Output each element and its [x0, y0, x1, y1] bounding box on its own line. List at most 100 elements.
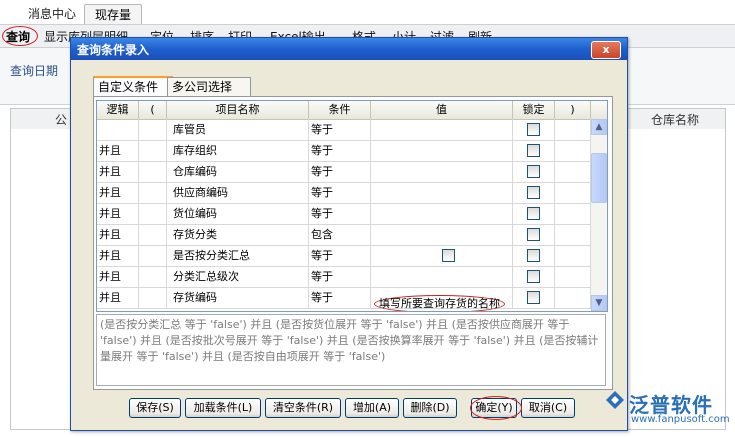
lock-checkbox[interactable] [527, 291, 540, 304]
open-paren-cell[interactable] [139, 119, 167, 140]
logic-cell[interactable]: 并且 [97, 224, 139, 245]
clear-condition-button[interactable]: 清空条件(R) [265, 398, 341, 418]
close-paren-cell[interactable] [555, 287, 591, 308]
close-paren-cell[interactable] [555, 224, 591, 245]
open-paren-cell[interactable] [139, 287, 167, 308]
toolbar-query-button[interactable]: 查询 [6, 28, 30, 45]
table-row[interactable]: 并且 是否按分类汇总 等于 [97, 245, 591, 267]
scroll-down-icon[interactable]: ▼ [591, 295, 607, 311]
close-paren-cell[interactable] [555, 266, 591, 287]
open-paren-cell[interactable] [139, 245, 167, 266]
lock-cell[interactable] [513, 287, 555, 308]
open-paren-cell[interactable] [139, 203, 167, 224]
item-cell[interactable]: 库管员 [167, 119, 309, 140]
close-paren-cell[interactable] [555, 203, 591, 224]
logic-cell[interactable]: 并且 [97, 140, 139, 161]
col-open-paren[interactable]: ( [139, 101, 167, 119]
item-cell[interactable]: 货位编码 [167, 203, 309, 224]
item-cell[interactable]: 仓库编码 [167, 161, 309, 182]
value-cell[interactable] [371, 224, 513, 245]
value-cell[interactable] [371, 161, 513, 182]
cancel-button[interactable]: 取消(C) [521, 398, 575, 418]
lock-checkbox[interactable] [527, 228, 540, 241]
logic-cell[interactable]: 并且 [97, 182, 139, 203]
add-button[interactable]: 增加(A) [345, 398, 399, 418]
open-paren-cell[interactable] [139, 266, 167, 287]
cond-cell[interactable]: 等于 [309, 182, 371, 203]
lock-cell[interactable] [513, 182, 555, 203]
grid-col-company[interactable]: 公 [55, 111, 67, 128]
logic-cell[interactable]: 并且 [97, 266, 139, 287]
item-cell[interactable]: 库存组织 [167, 140, 309, 161]
tab-stock[interactable]: 现存量 [84, 4, 143, 25]
item-cell[interactable]: 供应商编码 [167, 182, 309, 203]
open-paren-cell[interactable] [139, 140, 167, 161]
load-condition-button[interactable]: 加载条件(L) [185, 398, 261, 418]
grid-col-warehouse-name[interactable]: 仓库名称 [651, 111, 699, 128]
item-cell[interactable]: 存货分类 [167, 224, 309, 245]
tab-message-center[interactable]: 消息中心 [18, 4, 86, 24]
value-dropdown-checkbox[interactable] [442, 249, 455, 262]
cond-cell[interactable]: 等于 [309, 245, 371, 266]
save-button[interactable]: 保存(S) [129, 398, 181, 418]
value-cell[interactable] [371, 119, 513, 140]
lock-cell[interactable] [513, 203, 555, 224]
cond-cell[interactable]: 等于 [309, 161, 371, 182]
lock-checkbox[interactable] [527, 144, 540, 157]
lock-checkbox[interactable] [527, 165, 540, 178]
open-paren-cell[interactable] [139, 161, 167, 182]
scroll-thumb[interactable] [591, 153, 607, 203]
close-icon[interactable]: x [591, 41, 621, 59]
scroll-up-icon[interactable]: ▲ [591, 119, 607, 135]
table-row[interactable]: 并且 库存组织 等于 [97, 140, 591, 162]
cond-cell[interactable]: 等于 [309, 140, 371, 161]
value-cell[interactable] [371, 140, 513, 161]
logic-cell[interactable] [97, 119, 139, 140]
cond-cell[interactable]: 等于 [309, 266, 371, 287]
lock-cell[interactable] [513, 224, 555, 245]
value-cell[interactable] [371, 266, 513, 287]
delete-button[interactable]: 删除(D) [403, 398, 457, 418]
cond-cell[interactable]: 等于 [309, 119, 371, 140]
close-paren-cell[interactable] [555, 245, 591, 266]
logic-cell[interactable]: 并且 [97, 287, 139, 308]
item-cell[interactable]: 分类汇总级次 [167, 266, 309, 287]
col-item-name[interactable]: 项目名称 [167, 101, 309, 119]
lock-checkbox[interactable] [527, 270, 540, 283]
lock-cell[interactable] [513, 161, 555, 182]
cond-cell[interactable]: 包含 [309, 224, 371, 245]
item-cell[interactable]: 是否按分类汇总 [167, 245, 309, 266]
tab-multi-company[interactable]: 多公司选择 [167, 77, 251, 96]
lock-cell[interactable] [513, 245, 555, 266]
logic-cell[interactable]: 并且 [97, 245, 139, 266]
cond-cell[interactable]: 等于 [309, 287, 371, 308]
col-value[interactable]: 值 [371, 101, 513, 119]
col-close-paren[interactable]: ) [555, 101, 591, 119]
close-paren-cell[interactable] [555, 182, 591, 203]
condition-grid-scrollbar[interactable]: ▲ ▼ [591, 119, 607, 311]
table-row[interactable]: 并且 供应商编码 等于 [97, 182, 591, 204]
table-row[interactable]: 并且 货位编码 等于 [97, 203, 591, 225]
table-row[interactable]: 并且 仓库编码 等于 [97, 161, 591, 183]
open-paren-cell[interactable] [139, 224, 167, 245]
item-cell[interactable]: 存货编码 [167, 287, 309, 308]
cond-cell[interactable]: 等于 [309, 203, 371, 224]
open-paren-cell[interactable] [139, 182, 167, 203]
logic-cell[interactable]: 并且 [97, 161, 139, 182]
table-row[interactable]: 并且 存货分类 包含 [97, 224, 591, 246]
col-condition[interactable]: 条件 [309, 101, 371, 119]
col-locked[interactable]: 锁定 [513, 101, 555, 119]
lock-checkbox[interactable] [527, 207, 540, 220]
lock-cell[interactable] [513, 266, 555, 287]
table-row[interactable]: 库管员 等于 [97, 119, 591, 141]
table-row[interactable]: 并且 存货编码 等于 [97, 287, 591, 309]
col-logic[interactable]: 逻辑 [97, 101, 139, 119]
table-row[interactable]: 并且 分类汇总级次 等于 [97, 266, 591, 288]
lock-checkbox[interactable] [527, 186, 540, 199]
value-cell[interactable] [371, 203, 513, 224]
close-paren-cell[interactable] [555, 119, 591, 140]
lock-checkbox[interactable] [527, 123, 540, 136]
close-paren-cell[interactable] [555, 161, 591, 182]
value-cell[interactable] [371, 182, 513, 203]
tab-custom-condition[interactable]: 自定义条件 [93, 76, 173, 97]
